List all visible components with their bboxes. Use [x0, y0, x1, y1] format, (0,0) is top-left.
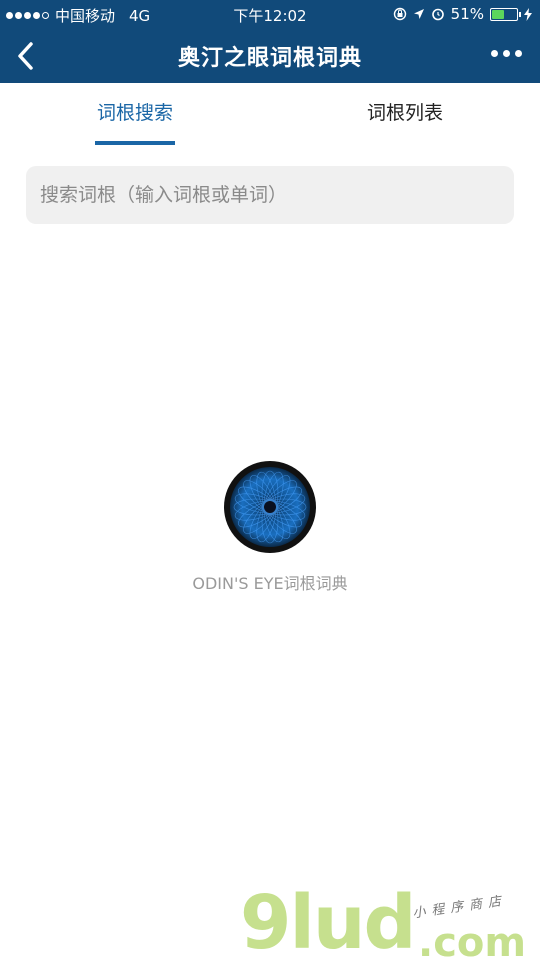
- page-title: 奥汀之眼词根词典: [177, 46, 362, 71]
- watermark-tagline: 小程序商店: [411, 893, 508, 922]
- active-tab-indicator: [95, 141, 175, 145]
- tab-root-search[interactable]: 词根搜索: [0, 83, 270, 147]
- tab-label: 词根列表: [366, 102, 443, 124]
- lock-rotation-icon: [393, 7, 406, 21]
- status-right: 51%: [393, 5, 532, 23]
- navigation-bar: 奥汀之眼词根词典: [0, 28, 540, 83]
- more-dots-icon: [491, 50, 498, 57]
- more-button[interactable]: [487, 46, 526, 61]
- battery-fill: [492, 9, 504, 19]
- status-bar: 中国移动 4G 下午12:02 51%: [0, 0, 540, 28]
- odins-eye-logo: [224, 461, 316, 553]
- tab-root-list[interactable]: 词根列表: [270, 83, 540, 147]
- battery-percent: 51%: [450, 5, 484, 23]
- logo-caption: ODIN'S EYE词根词典: [192, 574, 348, 593]
- tab-label: 词根搜索: [96, 102, 173, 124]
- search-input[interactable]: [26, 166, 514, 224]
- alarm-icon: [431, 8, 444, 21]
- charging-icon: [524, 7, 532, 21]
- battery-icon: [490, 7, 521, 21]
- watermark-logo: 9lud: [240, 880, 417, 966]
- watermark-domain: .com: [418, 920, 527, 966]
- location-arrow-icon: [413, 9, 424, 19]
- tab-bar: 词根搜索 词根列表: [0, 83, 540, 147]
